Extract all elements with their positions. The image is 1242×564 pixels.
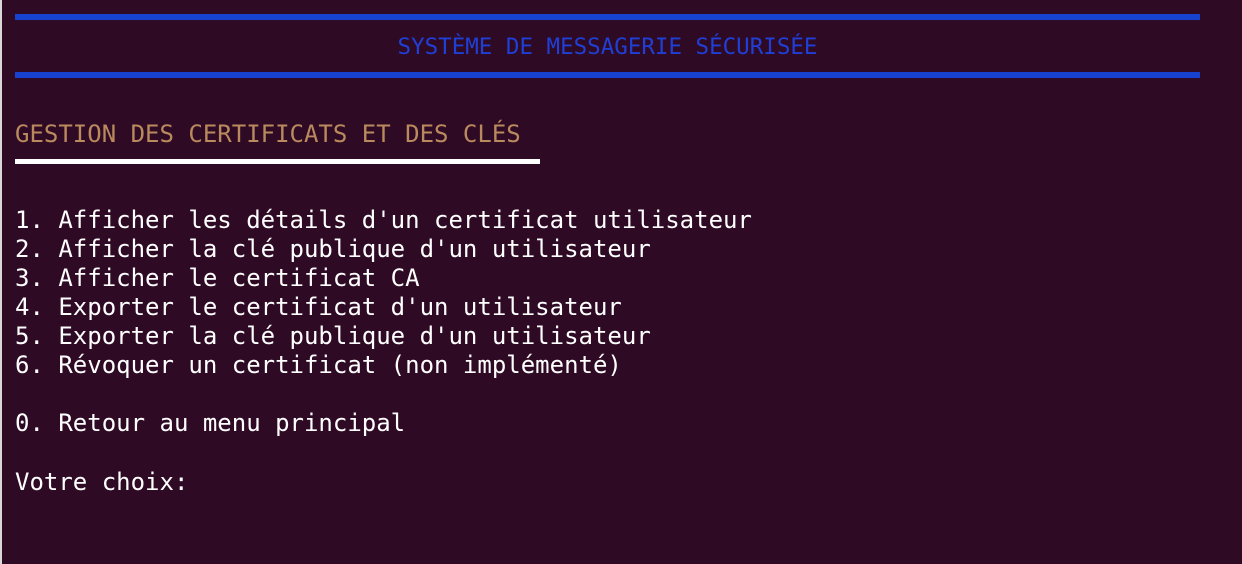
banner-title: SYSTÈME DE MESSAGERIE SÉCURISÉE: [397, 34, 818, 60]
terminal-left-border: [0, 0, 2, 564]
menu-item-export-public-key[interactable]: 5. Exporter la clé publique d'un utilisa…: [15, 322, 752, 351]
choice-input[interactable]: [202, 467, 603, 497]
choice-prompt-label: Votre choix:: [15, 468, 189, 496]
section-heading: GESTION DES CERTIFICATS ET DES CLÉS: [15, 120, 521, 148]
menu-item-return-main-menu[interactable]: 0. Retour au menu principal: [15, 409, 405, 438]
menu-item-show-ca-certificate[interactable]: 3. Afficher le certificat CA: [15, 264, 752, 293]
menu-item-show-public-key[interactable]: 2. Afficher la clé publique d'un utilisa…: [15, 235, 752, 264]
menu-item-export-certificate[interactable]: 4. Exporter le certificat d'un utilisate…: [15, 293, 752, 322]
section-heading-underline: [15, 159, 540, 164]
choice-prompt: Votre choix:: [15, 467, 603, 497]
banner-bottom-rule: [15, 72, 1200, 78]
menu-item-show-certificate-details[interactable]: 1. Afficher les détails d'un certificat …: [15, 206, 752, 235]
menu-item-revoke-certificate[interactable]: 6. Révoquer un certificat (non implément…: [15, 351, 752, 380]
banner-top-rule: [15, 14, 1200, 20]
menu-list: 1. Afficher les détails d'un certificat …: [15, 206, 752, 380]
